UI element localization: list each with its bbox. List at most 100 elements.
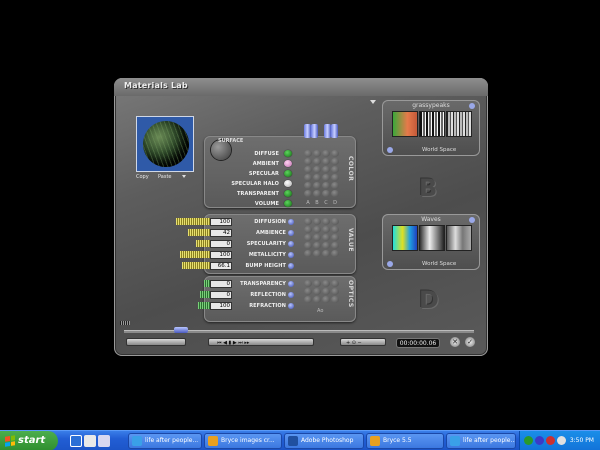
mapping-cell[interactable] bbox=[322, 158, 330, 165]
mapping-cell[interactable] bbox=[322, 234, 330, 241]
mapping-cell[interactable] bbox=[331, 296, 339, 303]
mapping-cell[interactable] bbox=[304, 190, 312, 197]
mapping-cell[interactable] bbox=[331, 234, 339, 241]
mapping-cell[interactable] bbox=[313, 250, 321, 257]
copy-button[interactable]: Copy bbox=[136, 174, 149, 180]
timeline-scrubber[interactable] bbox=[174, 327, 188, 333]
mapping-cell[interactable] bbox=[331, 242, 339, 249]
mapping-cell[interactable] bbox=[331, 250, 339, 257]
taskbar-button[interactable]: Bryce images cr... bbox=[204, 433, 282, 449]
mapping-cell[interactable] bbox=[331, 182, 339, 189]
mapping-cell[interactable] bbox=[331, 226, 339, 233]
mapping-cell[interactable] bbox=[313, 234, 321, 241]
collapse-arrow-icon[interactable] bbox=[370, 100, 376, 104]
mapping-cell[interactable] bbox=[304, 250, 312, 257]
channel-c-options-icon[interactable] bbox=[469, 217, 475, 223]
cancel-icon[interactable]: ✕ bbox=[450, 337, 460, 347]
keyframe-controls[interactable]: + ⊙ − bbox=[340, 338, 386, 346]
taskbar-button[interactable]: Bryce 5.5 bbox=[366, 433, 444, 449]
volume-icon[interactable] bbox=[557, 436, 566, 445]
paste-button[interactable]: Paste bbox=[158, 174, 172, 180]
mapping-cell[interactable] bbox=[313, 226, 321, 233]
mapping-cell[interactable] bbox=[313, 174, 321, 181]
taskbar-button[interactable]: Adobe Photoshop bbox=[284, 433, 364, 449]
optics-map-indicator-icon[interactable] bbox=[288, 303, 294, 309]
value-map-indicator-icon[interactable] bbox=[288, 241, 294, 247]
mapping-cell[interactable] bbox=[331, 280, 339, 287]
value-slider[interactable] bbox=[188, 229, 210, 236]
mapping-cell[interactable] bbox=[313, 150, 321, 157]
channel-knob-3[interactable] bbox=[324, 124, 331, 138]
mapping-cell[interactable] bbox=[304, 288, 312, 295]
value-mapping-grid[interactable] bbox=[304, 218, 339, 257]
mapping-cell[interactable] bbox=[322, 150, 330, 157]
channel-b-options-icon[interactable] bbox=[469, 103, 475, 109]
security-shield-icon[interactable] bbox=[546, 436, 555, 445]
mapping-cell[interactable] bbox=[304, 296, 312, 303]
show-desktop-icon[interactable] bbox=[98, 435, 110, 447]
material-preview[interactable] bbox=[136, 116, 194, 172]
mapping-cell[interactable] bbox=[313, 280, 321, 287]
value-slider[interactable] bbox=[182, 262, 210, 269]
value-map-indicator-icon[interactable] bbox=[288, 263, 294, 269]
mapping-cell[interactable] bbox=[331, 166, 339, 173]
mapping-cell[interactable] bbox=[313, 166, 321, 173]
channel-c-gear-icon[interactable] bbox=[387, 261, 393, 267]
surface-channel-toggle[interactable] bbox=[284, 170, 292, 177]
surface-channel-toggle[interactable] bbox=[284, 190, 292, 197]
mapping-cell[interactable] bbox=[331, 190, 339, 197]
value-slider[interactable] bbox=[180, 251, 210, 258]
mapping-cell[interactable] bbox=[322, 296, 330, 303]
mapping-cell[interactable] bbox=[322, 182, 330, 189]
surface-channel-toggle[interactable] bbox=[284, 160, 292, 167]
channel-knob-4[interactable] bbox=[331, 124, 338, 138]
mapping-cell[interactable] bbox=[304, 182, 312, 189]
mapping-cell[interactable] bbox=[304, 242, 312, 249]
mapping-cell[interactable] bbox=[322, 166, 330, 173]
optics-slider[interactable] bbox=[200, 291, 210, 298]
mapping-cell[interactable] bbox=[331, 150, 339, 157]
mapping-cell[interactable] bbox=[304, 174, 312, 181]
optics-map-indicator-icon[interactable] bbox=[288, 292, 294, 298]
mapping-cell[interactable] bbox=[304, 234, 312, 241]
optics-mapping-grid[interactable] bbox=[304, 280, 339, 303]
value-map-indicator-icon[interactable] bbox=[288, 230, 294, 236]
mapping-cell[interactable] bbox=[313, 190, 321, 197]
value-map-indicator-icon[interactable] bbox=[288, 219, 294, 225]
taskbar-button[interactable]: life after people... bbox=[446, 433, 516, 449]
surface-channel-toggle[interactable] bbox=[284, 150, 292, 157]
optics-slider[interactable] bbox=[198, 302, 210, 309]
value-map-indicator-icon[interactable] bbox=[288, 252, 294, 258]
value-slider[interactable] bbox=[196, 240, 210, 247]
channel-knob-2[interactable] bbox=[311, 124, 318, 138]
mapping-cell[interactable] bbox=[322, 288, 330, 295]
value-slider[interactable] bbox=[176, 218, 210, 225]
surface-mapping-grid[interactable] bbox=[304, 150, 339, 197]
confirm-icon[interactable]: ✓ bbox=[465, 337, 475, 347]
mapping-cell[interactable] bbox=[322, 226, 330, 233]
mapping-cell[interactable] bbox=[331, 288, 339, 295]
timecode-display[interactable]: 00:00:00.06 bbox=[396, 338, 440, 348]
mapping-cell[interactable] bbox=[304, 166, 312, 173]
channel-b-alpha-swatch[interactable] bbox=[419, 111, 445, 137]
mapping-cell[interactable] bbox=[313, 182, 321, 189]
mapping-cell[interactable] bbox=[313, 242, 321, 249]
mapping-cell[interactable] bbox=[331, 174, 339, 181]
mapping-cell[interactable] bbox=[313, 218, 321, 225]
mapping-cell[interactable] bbox=[313, 296, 321, 303]
internet-explorer-icon[interactable] bbox=[70, 435, 82, 447]
mapping-cell[interactable] bbox=[313, 288, 321, 295]
start-button[interactable]: start bbox=[0, 431, 58, 450]
surface-channel-toggle[interactable] bbox=[284, 200, 292, 207]
antivirus-icon[interactable] bbox=[535, 436, 544, 445]
mapping-cell[interactable] bbox=[322, 218, 330, 225]
network-icon[interactable] bbox=[524, 436, 533, 445]
mapping-cell[interactable] bbox=[322, 280, 330, 287]
preview-menu-icon[interactable] bbox=[182, 175, 186, 178]
title-bar[interactable]: Materials Lab bbox=[114, 78, 488, 104]
channel-b-color-swatch[interactable] bbox=[392, 111, 418, 137]
channel-c-bump-swatch[interactable] bbox=[446, 225, 472, 251]
mapping-cell[interactable] bbox=[322, 250, 330, 257]
playback-range-control[interactable] bbox=[126, 338, 186, 346]
taskbar-button[interactable]: life after people... bbox=[128, 433, 202, 449]
